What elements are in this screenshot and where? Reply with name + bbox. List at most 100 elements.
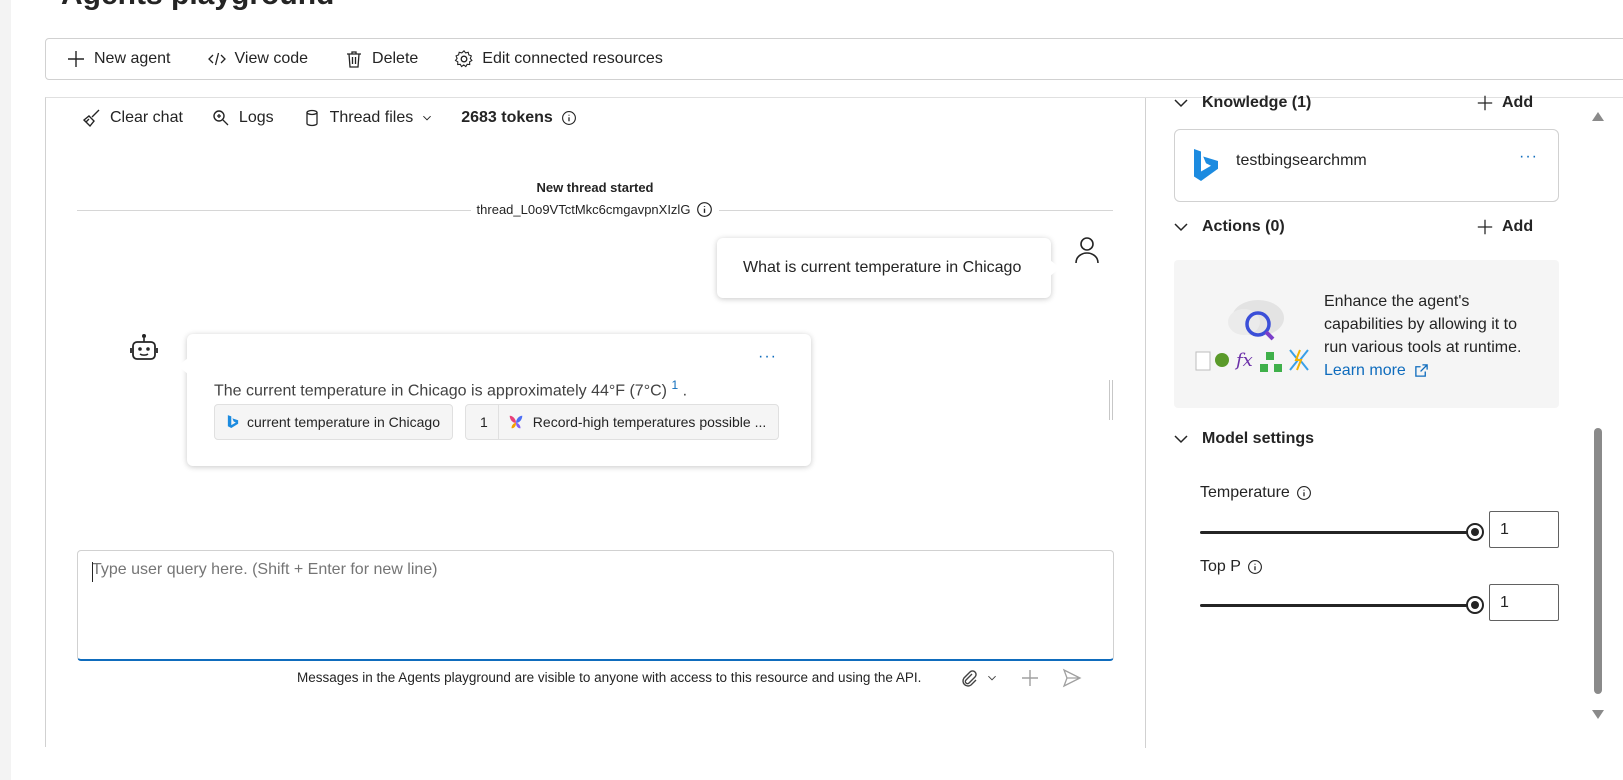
send-icon[interactable]: [1062, 668, 1082, 688]
page-title: Agents playground: [61, 0, 334, 12]
top-p-slider[interactable]: [1200, 595, 1484, 615]
info-icon[interactable]: [1247, 559, 1263, 575]
info-icon[interactable]: [1296, 485, 1312, 501]
user-message-text: What is current temperature in Chicago: [743, 259, 1022, 276]
temperature-input[interactable]: [1489, 511, 1559, 548]
database-icon: [305, 109, 318, 127]
edit-connected-resources-label: Edit connected resources: [482, 50, 663, 67]
more-options-icon[interactable]: ···: [1519, 148, 1538, 166]
user-query-input[interactable]: [92, 561, 1092, 579]
info-icon[interactable]: [696, 201, 713, 218]
attach-dropdown[interactable]: [958, 668, 998, 688]
bot-message-period: .: [682, 382, 688, 400]
scroll-up-arrow-icon[interactable]: [1592, 112, 1604, 121]
plus-icon: [1477, 219, 1493, 235]
temperature-label-text: Temperature: [1200, 484, 1290, 501]
add-action-button[interactable]: Add: [1476, 218, 1533, 236]
top-p-input[interactable]: [1489, 584, 1559, 621]
thread-banner: New thread started thread_L0o9VTctMkc6cm…: [77, 180, 1113, 219]
knowledge-item-card[interactable]: testbingsearchmm ···: [1174, 129, 1559, 202]
text-caret: [92, 562, 93, 582]
page: Agents playground New agent View code De…: [11, 0, 1623, 780]
reference-chip-title: Record-high temperatures possible ...: [532, 414, 767, 430]
plus-icon: [68, 51, 84, 67]
temperature-label: Temperature: [1200, 484, 1312, 502]
actions-section-header[interactable]: Actions (0): [1174, 218, 1285, 236]
citation-marker[interactable]: 1: [671, 378, 678, 392]
source-chips: current temperature in Chicago 1 Record-…: [214, 404, 780, 440]
new-agent-button[interactable]: New agent: [66, 49, 183, 69]
logs-button[interactable]: Logs: [211, 108, 274, 128]
learn-more-link[interactable]: Learn more: [1324, 359, 1429, 382]
more-options-icon[interactable]: ···: [758, 348, 777, 366]
add-knowledge-button[interactable]: Add: [1476, 94, 1533, 112]
broom-icon: [82, 109, 100, 128]
delete-button[interactable]: Delete: [344, 49, 430, 69]
chat-toolbar: Clear chat Logs Thread files 2683 tokens: [82, 108, 577, 128]
knowledge-section-header[interactable]: Knowledge (1): [1174, 94, 1311, 112]
user-avatar-icon: [1075, 237, 1099, 264]
composer-actions: [958, 668, 1082, 688]
thread-id: thread_L0o9VTctMkc6cmgavpnXIzlG: [476, 202, 691, 217]
delete-label: Delete: [372, 50, 419, 67]
chevron-down-icon: [1174, 435, 1188, 444]
clear-chat-label: Clear chat: [110, 109, 183, 126]
actions-header-label: Actions (0): [1202, 218, 1285, 235]
temperature-slider[interactable]: [1200, 522, 1484, 542]
bing-logo-icon: [1194, 149, 1218, 181]
scrollbar-thumb[interactable]: [1594, 428, 1602, 694]
top-p-slider-thumb[interactable]: [1466, 596, 1484, 614]
paperclip-icon: [962, 670, 977, 687]
user-message: What is current temperature in Chicago: [717, 238, 1060, 298]
edit-connected-resources-button[interactable]: Edit connected resources: [454, 49, 675, 69]
model-settings-section-header[interactable]: Model settings: [1174, 430, 1314, 448]
reference-number: 1: [466, 405, 499, 439]
temperature-slider-track: [1200, 531, 1476, 534]
scroll-down-arrow-icon[interactable]: [1592, 710, 1604, 719]
add-knowledge-label: Add: [1502, 94, 1534, 111]
knowledge-header-label: Knowledge (1): [1202, 94, 1312, 111]
thread-id-row: thread_L0o9VTctMkc6cmgavpnXIzlG: [470, 201, 720, 218]
search-query-chip-label: current temperature in Chicago: [247, 414, 440, 430]
view-code-button[interactable]: View code: [207, 49, 321, 69]
chevron-down-icon: [1174, 223, 1188, 232]
chevron-down-icon: [988, 675, 996, 681]
token-count-label: 2683 tokens: [461, 109, 553, 126]
thread-files-dropdown[interactable]: Thread files: [302, 108, 434, 128]
bing-icon: [227, 415, 239, 428]
actions-empty-state: fx Enhance the agent's capabilities by a…: [1174, 260, 1559, 408]
bot-message-body: The current temperature in Chicago is ap…: [214, 382, 667, 400]
bot-message-text: The current temperature in Chicago is ap…: [214, 378, 687, 400]
learn-more-label: Learn more: [1324, 362, 1406, 379]
top-toolbar: New agent View code Delete Edit connecte…: [45, 38, 1623, 80]
svg-text:fx: fx: [1234, 350, 1253, 371]
bot-message: ··· The current temperature in Chicago i…: [178, 334, 811, 466]
tools-illustration-icon: fx: [1195, 300, 1309, 372]
pane-splitter-handle[interactable]: [1109, 380, 1113, 420]
view-code-label: View code: [234, 50, 309, 67]
model-settings-label: Model settings: [1202, 430, 1315, 447]
plus-icon[interactable]: [1020, 668, 1040, 688]
actions-description: Enhance the agent's capabilities by allo…: [1324, 290, 1544, 382]
info-icon[interactable]: [561, 110, 577, 126]
knowledge-item-name: testbingsearchmm: [1236, 152, 1367, 169]
visibility-disclaimer: Messages in the Agents playground are vi…: [297, 670, 922, 685]
trash-icon: [347, 51, 362, 68]
external-link-icon: [1415, 364, 1428, 377]
logs-label: Logs: [238, 109, 274, 126]
code-icon: [207, 52, 226, 66]
token-count: 2683 tokens: [461, 109, 577, 127]
thread-title: New thread started: [536, 180, 654, 195]
bot-avatar-icon: [130, 334, 158, 360]
reference-chip[interactable]: 1 Record-high temperatures possible ...: [465, 404, 780, 440]
search-icon: [213, 110, 229, 126]
clear-chat-button[interactable]: Clear chat: [82, 108, 183, 128]
main-area: Clear chat Logs Thread files 2683 tokens: [45, 94, 1623, 748]
chevron-down-icon: [423, 115, 432, 121]
query-box: [77, 550, 1114, 661]
chevron-down-icon: [1174, 99, 1188, 108]
temperature-slider-thumb[interactable]: [1466, 523, 1484, 541]
search-query-chip[interactable]: current temperature in Chicago: [214, 404, 453, 440]
top-p-slider-track: [1200, 604, 1476, 607]
panel-scrollbar[interactable]: [1591, 98, 1605, 728]
